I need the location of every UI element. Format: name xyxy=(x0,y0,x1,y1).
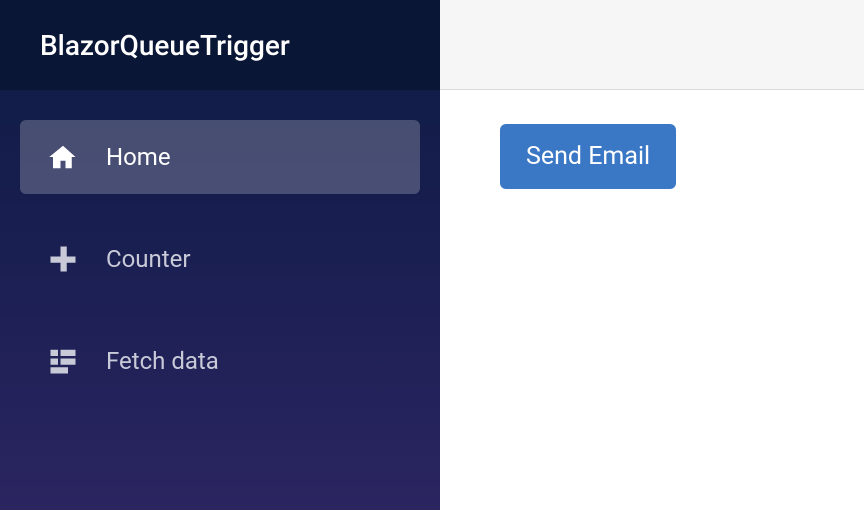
sidebar-item-label: Counter xyxy=(106,245,191,273)
sidebar-item-fetch-data[interactable]: Fetch data xyxy=(20,324,420,398)
top-bar xyxy=(440,0,864,90)
sidebar-item-counter[interactable]: Counter xyxy=(20,222,420,296)
content: Send Email xyxy=(440,90,864,223)
sidebar: BlazorQueueTrigger Home Counter xyxy=(0,0,440,510)
sidebar-item-home[interactable]: Home xyxy=(20,120,420,194)
main-area: Send Email xyxy=(440,0,864,510)
sidebar-nav: Home Counter Fetch data xyxy=(0,90,440,428)
home-icon xyxy=(48,142,78,172)
sidebar-header: BlazorQueueTrigger xyxy=(0,0,440,90)
app-title: BlazorQueueTrigger xyxy=(40,29,290,62)
sidebar-item-label: Home xyxy=(106,143,171,171)
sidebar-item-label: Fetch data xyxy=(106,347,219,375)
list-icon xyxy=(48,346,78,376)
send-email-button[interactable]: Send Email xyxy=(500,124,676,189)
plus-icon xyxy=(48,244,78,274)
